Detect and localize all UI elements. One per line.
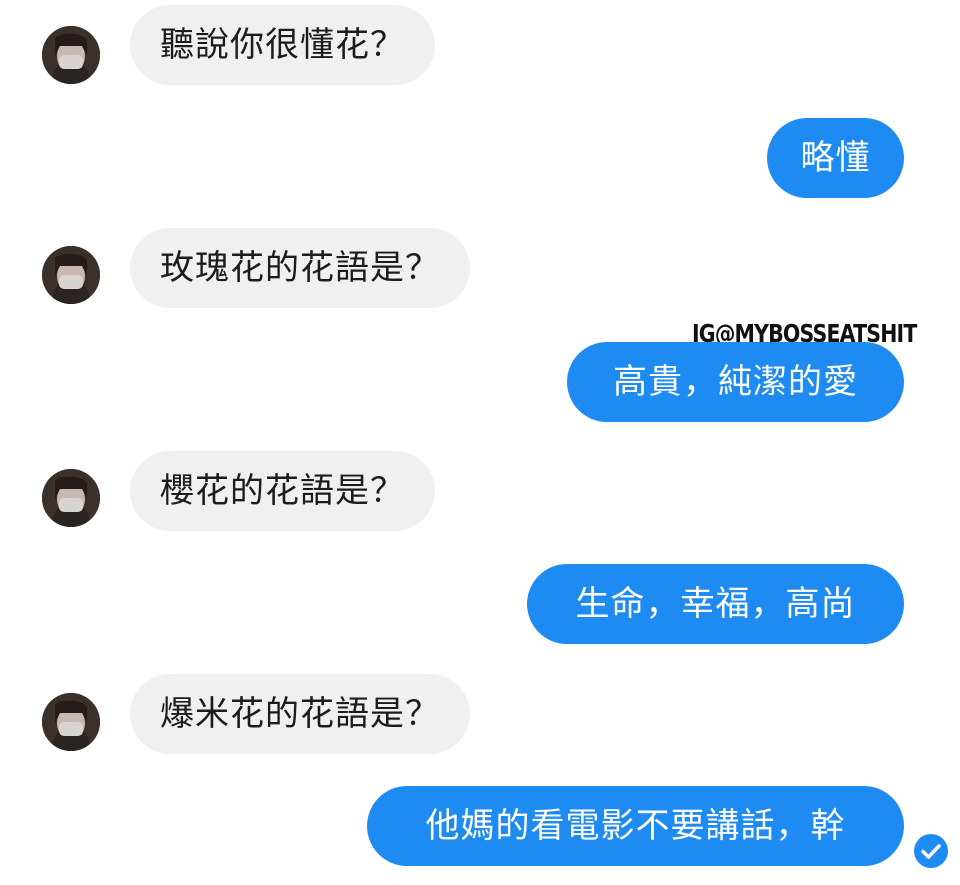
chat-thread: 聽說你很懂花？ 略懂 玫瑰花的花語是？ IG@MYBOSSEATSHIT 高貴，… [0, 0, 960, 885]
message-text: 生命，幸福，高尚 [575, 584, 856, 624]
message-text: 略懂 [800, 138, 871, 178]
incoming-message[interactable]: 聽說你很懂花？ [130, 5, 435, 85]
incoming-message[interactable]: 櫻花的花語是？ [130, 451, 435, 531]
message-text: 高貴，純潔的愛 [613, 362, 858, 402]
seen-check-icon [912, 832, 950, 870]
incoming-message[interactable]: 爆米花的花語是？ [130, 674, 470, 754]
contact-avatar[interactable] [42, 246, 100, 304]
message-text: 玫瑰花的花語是？ [160, 248, 440, 288]
outgoing-message[interactable]: 高貴，純潔的愛 [567, 342, 904, 422]
outgoing-message[interactable]: 生命，幸福，高尚 [527, 564, 904, 644]
message-text: 櫻花的花語是？ [160, 471, 405, 511]
contact-avatar[interactable] [42, 469, 100, 527]
contact-avatar[interactable] [42, 693, 100, 751]
outgoing-message[interactable]: 他媽的看電影不要講話，幹 [367, 786, 904, 866]
incoming-message[interactable]: 玫瑰花的花語是？ [130, 228, 470, 308]
message-text: 爆米花的花語是？ [160, 694, 440, 734]
message-text: 聽說你很懂花？ [160, 25, 405, 65]
message-text: 他媽的看電影不要講話，幹 [425, 806, 846, 846]
contact-avatar[interactable] [42, 26, 100, 84]
outgoing-message[interactable]: 略懂 [767, 118, 904, 198]
